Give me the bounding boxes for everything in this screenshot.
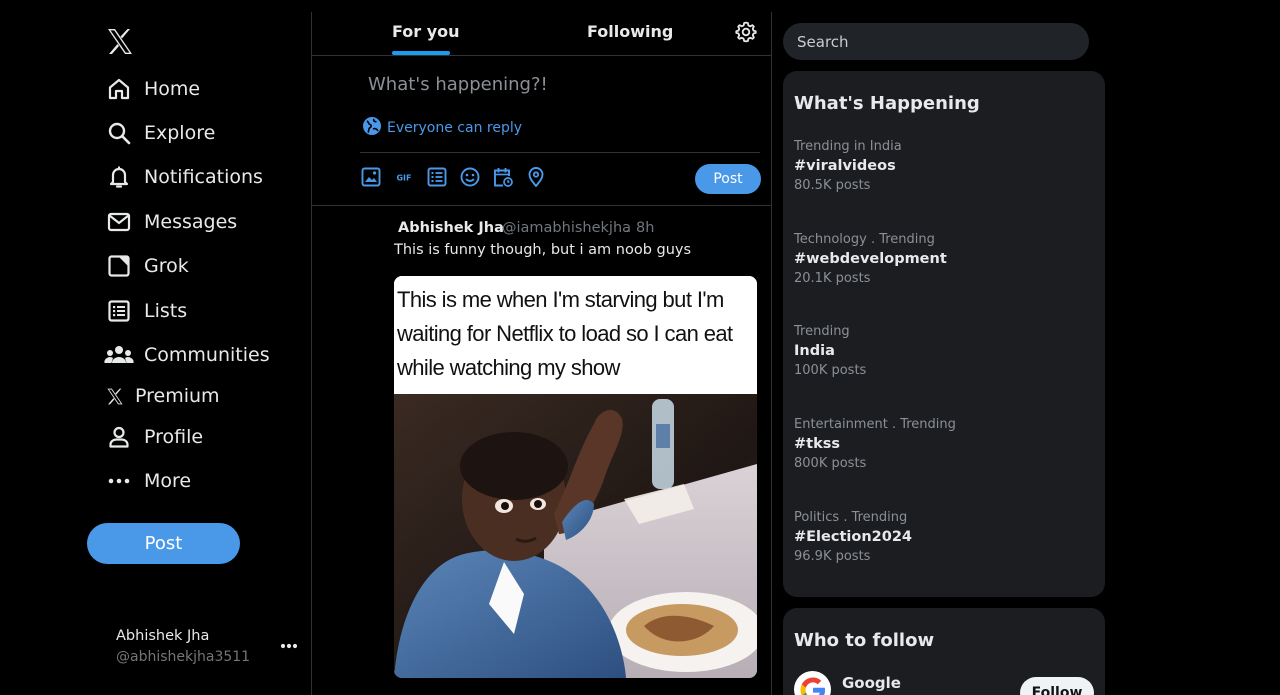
trend-post-count: 96.9K posts <box>794 549 871 564</box>
sidebar-item-grok[interactable]: Grok <box>106 251 189 281</box>
sidebar-item-label: Profile <box>144 426 204 448</box>
follow-suggestion-name[interactable]: Google <box>842 674 901 692</box>
bell-icon <box>106 164 132 190</box>
trend-topic: #Election2024 <box>794 529 912 545</box>
main-timeline: For you Following What's happening?! Eve… <box>311 12 772 695</box>
panel-title: Who to follow <box>794 630 935 651</box>
panel-title: What's Happening <box>794 93 980 114</box>
sidebar-item-label: Lists <box>144 300 188 322</box>
trend-topic: #tkss <box>794 436 840 452</box>
google-logo-icon[interactable] <box>794 671 831 695</box>
account-handle: @abhishekjha3511 <box>116 649 251 665</box>
sidebar-item-label: Home <box>144 78 201 100</box>
sidebar-item-communities[interactable]: Communities <box>104 340 270 370</box>
trend-context: Trending in India <box>794 139 902 154</box>
compose-post-button[interactable]: Post <box>695 164 761 194</box>
timeline-tabs: For you Following <box>312 12 771 56</box>
home-icon <box>106 76 132 102</box>
trend-topic: India <box>794 343 835 359</box>
search-icon <box>106 120 132 146</box>
image-icon[interactable] <box>360 166 382 188</box>
tab-following[interactable]: Following <box>587 22 673 41</box>
who-to-follow-panel: Who to follow Google Follow <box>783 608 1105 695</box>
trend-item[interactable]: Politics . Trending #Election2024 96.9K … <box>794 510 912 564</box>
follow-button[interactable]: Follow <box>1020 677 1094 695</box>
trend-context: Technology . Trending <box>794 232 935 247</box>
account-more-icon[interactable] <box>279 636 299 656</box>
tab-for-you[interactable]: For you <box>392 22 460 41</box>
meme-caption-line: This is me when I'm starving but I'm <box>397 287 724 312</box>
meme-caption-line: while watching my show <box>397 355 620 380</box>
person-icon <box>106 424 132 450</box>
tweet-text: This is funny though, but i am noob guys <box>394 242 692 258</box>
meme-caption-line: waiting for Netflix to load so I can eat <box>397 321 733 346</box>
sidebar-item-home[interactable]: Home <box>106 74 200 104</box>
sidebar-item-profile[interactable]: Profile <box>106 422 203 452</box>
trend-post-count: 80.5K posts <box>794 178 871 193</box>
trend-item[interactable]: Trending India 100K posts <box>794 324 866 378</box>
sidebar-item-messages[interactable]: Messages <box>106 207 237 237</box>
compose-input[interactable]: What's happening?! <box>368 74 548 95</box>
envelope-icon <box>106 209 132 235</box>
divider <box>360 152 760 153</box>
trend-item[interactable]: Technology . Trending #webdevelopment 20… <box>794 232 947 286</box>
sidebar-item-label: Messages <box>144 211 238 233</box>
sidebar-item-label: Premium <box>135 385 220 407</box>
active-tab-indicator <box>392 51 450 55</box>
sidebar-item-label: Explore <box>144 122 216 144</box>
tweet-timestamp[interactable]: 8h <box>636 220 654 236</box>
trend-post-count: 800K posts <box>794 456 867 471</box>
sidebar-item-label: Notifications <box>144 166 263 188</box>
reply-setting-button[interactable]: Everyone can reply <box>362 116 522 140</box>
poll-icon[interactable] <box>426 166 448 188</box>
trend-item[interactable]: Entertainment . Trending #tkss 800K post… <box>794 417 956 471</box>
trend-post-count: 20.1K posts <box>794 271 871 286</box>
trend-item[interactable]: Trending in India #viralvideos 80.5K pos… <box>794 139 902 193</box>
tweet-media-image[interactable]: This is me when I'm starving but I'm wai… <box>394 276 757 678</box>
trend-context: Entertainment . Trending <box>794 417 956 432</box>
emoji-icon[interactable] <box>459 166 481 188</box>
sidebar-item-label: Communities <box>144 344 270 366</box>
trend-post-count: 100K posts <box>794 363 867 378</box>
x-logo-icon[interactable] <box>106 28 134 55</box>
sidebar-item-premium[interactable]: Premium <box>106 381 220 411</box>
more-dots-icon <box>106 468 132 494</box>
divider <box>312 205 771 206</box>
left-sidebar: Home Explore Notifications Messages Grok… <box>0 0 311 695</box>
tweet-author-name[interactable]: Abhishek Jha <box>398 220 504 236</box>
meme-caption: This is me when I'm starving but I'm wai… <box>394 276 757 394</box>
sidebar-item-lists[interactable]: Lists <box>106 296 187 326</box>
sidebar-item-label: More <box>144 470 192 492</box>
trend-topic: #webdevelopment <box>794 251 947 267</box>
list-icon <box>106 298 132 324</box>
x-logo-icon <box>106 383 124 409</box>
svg-text:GIF: GIF <box>396 174 411 183</box>
sidebar-item-explore[interactable]: Explore <box>106 118 215 148</box>
trend-topic: #viralvideos <box>794 158 896 174</box>
trend-context: Trending <box>794 324 850 339</box>
reply-setting-label: Everyone can reply <box>387 120 523 136</box>
tweet-author-handle[interactable]: @iamabhishekjha <box>502 220 631 236</box>
people-icon <box>104 342 134 368</box>
globe-icon <box>362 116 382 140</box>
location-icon[interactable] <box>525 166 547 188</box>
sidebar-item-label: Grok <box>144 255 189 277</box>
search-input[interactable] <box>783 23 1089 60</box>
sidebar-item-notifications[interactable]: Notifications <box>106 162 263 192</box>
tweet-separator: . <box>625 220 630 236</box>
account-switcher[interactable]: Abhishek Jha @abhishekjha3511 <box>116 628 250 665</box>
post-button[interactable]: Post <box>87 523 240 564</box>
whats-happening-panel: What's Happening Trending in India #vira… <box>783 71 1105 597</box>
meme-photo <box>394 394 757 678</box>
schedule-icon[interactable] <box>492 166 514 188</box>
sidebar-item-more[interactable]: More <box>106 466 191 496</box>
grok-icon <box>106 253 132 279</box>
gear-icon[interactable] <box>735 21 757 43</box>
account-name: Abhishek Jha <box>116 628 210 644</box>
trend-context: Politics . Trending <box>794 510 908 525</box>
gif-icon[interactable]: GIF <box>393 166 415 188</box>
